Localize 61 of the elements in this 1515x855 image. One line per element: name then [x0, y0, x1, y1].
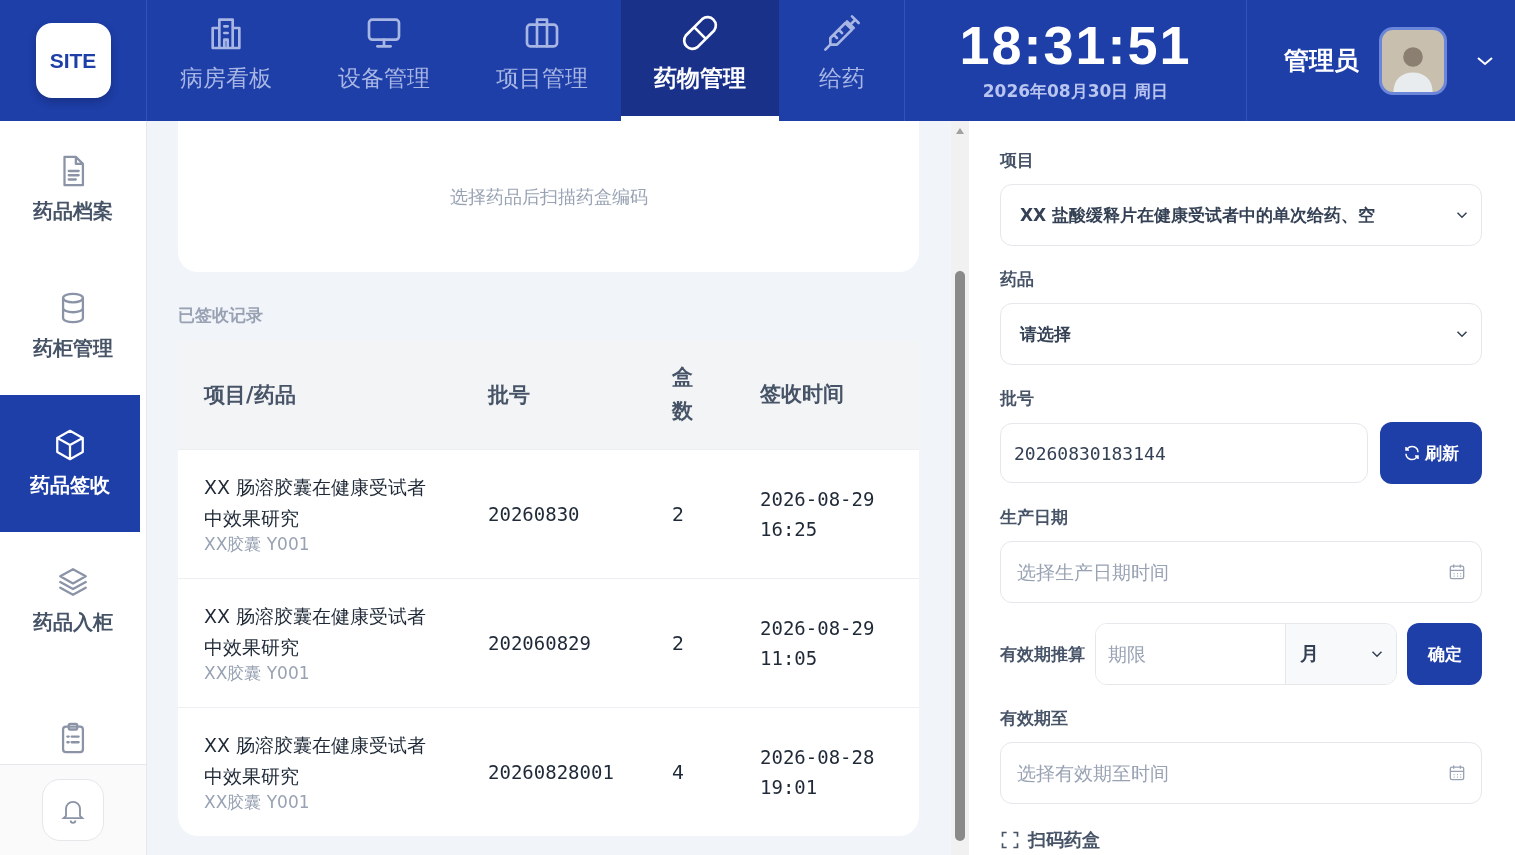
project-name: XX 肠溶胶囊在健康受试者中效果研究 — [204, 475, 428, 531]
column-header: 签收时间 — [760, 381, 845, 409]
signed-time: 2026-08-29 16:25 — [760, 486, 876, 542]
batch-number: 20260830 — [488, 503, 580, 525]
drug-name: XX胶囊 Y001 — [204, 532, 311, 556]
notification-button[interactable] — [42, 779, 104, 841]
scan-icon — [1000, 830, 1020, 850]
scrollbar-thumb[interactable] — [955, 271, 965, 841]
project-select[interactable]: XX 盐酸缓释片在健康受试者中的单次给药、空 — [1000, 184, 1482, 246]
signed-time: 2026-08-29 11:05 — [760, 615, 876, 671]
confirm-button[interactable]: 确定 — [1407, 623, 1482, 685]
project-name: XX 肠溶胶囊在健康受试者中效果研究 — [204, 604, 428, 660]
nav-tab[interactable]: 病房看板 — [147, 0, 305, 121]
field-label: 有效期至 — [1000, 707, 1069, 730]
layers-icon — [56, 565, 90, 599]
batch-number: 20260828001 — [488, 761, 614, 783]
nav-tab[interactable]: 项目管理 — [463, 0, 621, 121]
batch-number: 202060829 — [488, 632, 591, 654]
sidebar-item[interactable]: 药品入柜 — [0, 532, 146, 669]
cube-icon — [53, 428, 87, 462]
scroll-up-icon[interactable] — [955, 127, 965, 135]
column-header: 项目/药品 — [204, 382, 297, 409]
section-title: 已签收记录 — [178, 304, 264, 327]
refresh-icon — [1403, 444, 1421, 462]
refresh-button[interactable]: 刷新 — [1380, 422, 1482, 484]
clock-date: 2026年08月30日 周日 — [982, 80, 1169, 103]
clock-time: 18:31:51 — [959, 18, 1192, 72]
avatar[interactable] — [1379, 26, 1447, 95]
syringe-icon — [821, 12, 862, 53]
date-field[interactable]: 选择有效期至时间 — [1000, 742, 1482, 804]
scan-box-link[interactable]: 扫码药盒 — [1028, 828, 1100, 852]
field-label: 批号 — [1000, 387, 1035, 410]
site-logo[interactable]: SITE — [35, 23, 111, 98]
calendar-icon — [1447, 562, 1467, 582]
scan-hint: 选择药品后扫描药盒编码 — [449, 184, 648, 209]
box-count: 4 — [672, 761, 685, 783]
field-label: 药品 — [1000, 268, 1035, 291]
drug-name: XX胶囊 Y001 — [204, 661, 311, 685]
drug-name: XX胶囊 Y001 — [204, 790, 311, 814]
sidebar-item[interactable]: 药品档案 — [0, 121, 146, 258]
calendar-icon — [1447, 763, 1467, 783]
user-name: 管理员 — [1284, 45, 1359, 77]
unit-select[interactable]: 月 — [1285, 624, 1396, 684]
nav-tab[interactable]: 设备管理 — [305, 0, 463, 121]
field-label: 有效期推算 — [1000, 642, 1085, 666]
box-count: 2 — [672, 503, 685, 525]
column-header: 批号 — [488, 382, 531, 409]
scrollbar[interactable] — [951, 121, 969, 855]
signed-time: 2026-08-28 19:01 — [760, 744, 876, 800]
field-label: 项目 — [1000, 149, 1035, 172]
column-header: 盒数 — [672, 364, 694, 425]
batch-input[interactable]: 20260830183144 — [1000, 423, 1368, 483]
project-name: XX 肠溶胶囊在健康受试者中效果研究 — [204, 733, 428, 789]
field-label: 生产日期 — [1000, 506, 1069, 529]
drug-select[interactable]: 请选择 — [1000, 303, 1482, 365]
nav-tab[interactable]: 药物管理 — [621, 0, 779, 121]
sidebar-item[interactable]: 药柜管理 — [0, 258, 146, 395]
date-field[interactable]: 选择生产日期时间 — [1000, 541, 1482, 603]
nav-tab[interactable]: 给药 — [779, 0, 904, 121]
period-field[interactable]: 期限 月 — [1095, 623, 1397, 685]
box-count: 2 — [672, 632, 685, 654]
